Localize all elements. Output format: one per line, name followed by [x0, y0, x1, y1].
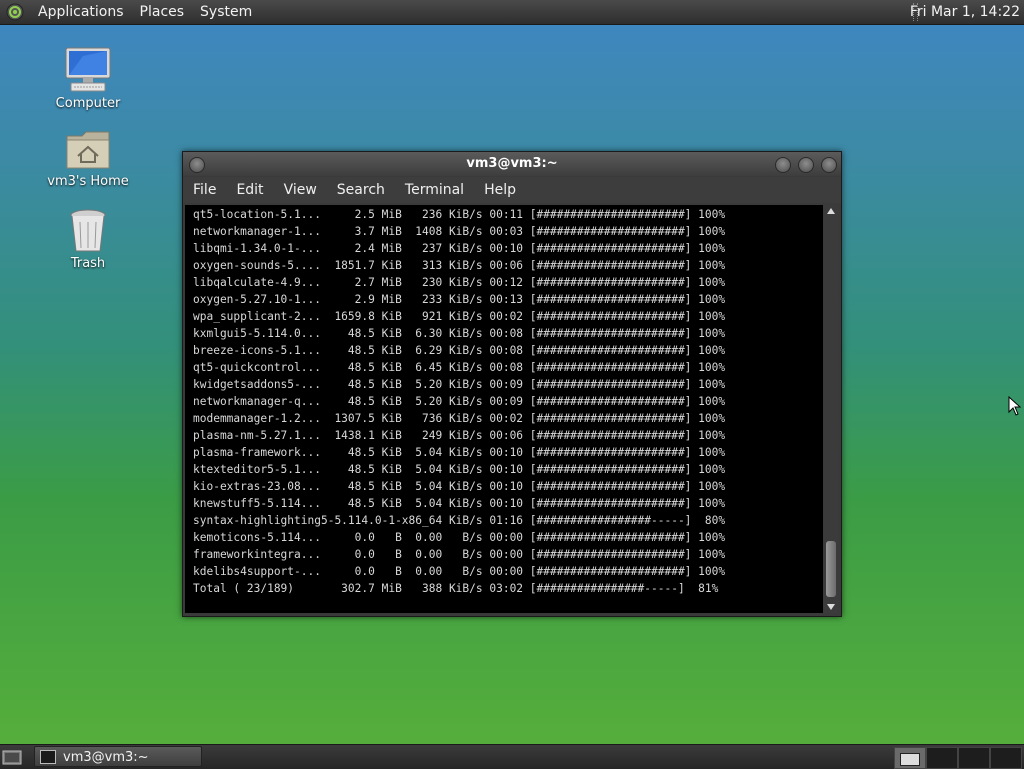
terminal-line: wpa_supplicant-2... 1659.8 KiB 921 KiB/s…: [193, 310, 726, 323]
menu-terminal[interactable]: Terminal: [395, 177, 474, 203]
desktop-icon-label: vm3's Home: [47, 174, 129, 189]
applications-menu[interactable]: Applications: [30, 0, 132, 24]
minimize-icon[interactable]: [775, 157, 791, 173]
window-menu-icon[interactable]: [189, 157, 205, 173]
desktop-icon-home[interactable]: vm3's Home: [38, 128, 138, 189]
terminal-line: networkmanager-q... 48.5 KiB 5.20 KiB/s …: [193, 395, 726, 408]
menu-search[interactable]: Search: [327, 177, 395, 203]
workspace-3[interactable]: [958, 747, 990, 769]
terminal-line: knewstuff5-5.114... 48.5 KiB 5.04 KiB/s …: [193, 497, 726, 510]
workspace-window-thumbnail: [900, 753, 920, 766]
terminal-line: qt5-quickcontrol... 48.5 KiB 6.45 KiB/s …: [193, 361, 726, 374]
system-menu[interactable]: System: [192, 0, 260, 24]
terminal-line: libqmi-1.34.0-1-... 2.4 MiB 237 KiB/s 00…: [193, 242, 726, 255]
terminal-menubar: File Edit View Search Terminal Help: [183, 177, 841, 203]
desktop-icon-computer[interactable]: Computer: [38, 46, 138, 111]
desktop-icon-trash[interactable]: Trash: [38, 208, 138, 271]
clock[interactable]: Fri Mar 1, 14:22: [910, 0, 1020, 24]
desktop-icon-label: Computer: [55, 96, 121, 111]
terminal-line: plasma-nm-5.27.1... 1438.1 KiB 249 KiB/s…: [193, 429, 726, 442]
terminal-icon: [40, 750, 56, 764]
terminal-output[interactable]: qt5-location-5.1... 2.5 MiB 236 KiB/s 00…: [185, 205, 823, 613]
scrollbar-thumb[interactable]: [826, 541, 836, 597]
terminal-line: kwidgetsaddons5-... 48.5 KiB 5.20 KiB/s …: [193, 378, 726, 391]
terminal-line: kdelibs4support-... 0.0 B 0.00 B/s 00:00…: [193, 565, 726, 578]
terminal-line: libqalculate-4.9... 2.7 MiB 230 KiB/s 00…: [193, 276, 726, 289]
computer-icon: [65, 47, 111, 92]
taskbar-item-terminal[interactable]: vm3@vm3:~: [34, 746, 202, 767]
workspace-1[interactable]: [894, 747, 926, 769]
close-icon[interactable]: [821, 157, 837, 173]
bottom-panel: vm3@vm3:~: [0, 744, 1024, 769]
terminal-line: oxygen-5.27.10-1... 2.9 MiB 233 KiB/s 00…: [193, 293, 726, 306]
scrollbar[interactable]: [824, 205, 838, 613]
terminal-line: modemmanager-1.2... 1307.5 KiB 736 KiB/s…: [193, 412, 726, 425]
terminal-line: kxmlgui5-5.114.0... 48.5 KiB 6.30 KiB/s …: [193, 327, 726, 340]
desktop-icon-label: Trash: [70, 256, 106, 271]
terminal-text: qt5-location-5.1... 2.5 MiB 236 KiB/s 00…: [193, 206, 725, 597]
gnome-foot-icon[interactable]: [6, 3, 24, 21]
mouse-cursor-icon: [1008, 396, 1022, 416]
scroll-up-icon[interactable]: [827, 208, 835, 214]
menu-edit[interactable]: Edit: [226, 177, 273, 203]
terminal-line: kio-extras-23.08... 48.5 KiB 5.04 KiB/s …: [193, 480, 726, 493]
terminal-line: frameworkintegra... 0.0 B 0.00 B/s 00:00…: [193, 548, 726, 561]
show-desktop-icon[interactable]: [2, 748, 22, 766]
menu-view[interactable]: View: [274, 177, 327, 203]
maximize-icon[interactable]: [798, 157, 814, 173]
top-panel: Applications Places System Fri Mar 1, 14…: [0, 0, 1024, 25]
window-title: vm3@vm3:~: [466, 156, 558, 171]
terminal-line: plasma-framework... 48.5 KiB 5.04 KiB/s …: [193, 446, 726, 459]
terminal-line: qt5-location-5.1... 2.5 MiB 236 KiB/s 00…: [193, 208, 726, 221]
menu-help[interactable]: Help: [474, 177, 526, 203]
workspace-4[interactable]: [990, 747, 1022, 769]
menu-file[interactable]: File: [183, 177, 226, 203]
terminal-window[interactable]: vm3@vm3:~ File Edit View Search Terminal…: [182, 151, 842, 617]
terminal-line: networkmanager-1... 3.7 MiB 1408 KiB/s 0…: [193, 225, 726, 238]
trash-icon: [70, 209, 106, 252]
taskbar-item-label: vm3@vm3:~: [63, 750, 149, 765]
workspace-2[interactable]: [926, 747, 958, 769]
terminal-line: breeze-icons-5.1... 48.5 KiB 6.29 KiB/s …: [193, 344, 726, 357]
scroll-down-icon[interactable]: [827, 604, 835, 610]
terminal-line: ktexteditor5-5.1... 48.5 KiB 5.04 KiB/s …: [193, 463, 726, 476]
window-titlebar[interactable]: vm3@vm3:~: [183, 152, 841, 176]
terminal-line: syntax-highlighting5-5.114.0-1-x86_64 Ki…: [193, 514, 726, 527]
terminal-line: Total ( 23/189) 302.7 MiB 388 KiB/s 03:0…: [193, 582, 719, 595]
home-folder-icon: [66, 131, 110, 169]
places-menu[interactable]: Places: [132, 0, 193, 24]
terminal-line: kemoticons-5.114... 0.0 B 0.00 B/s 00:00…: [193, 531, 726, 544]
terminal-line: oxygen-sounds-5.... 1851.7 KiB 313 KiB/s…: [193, 259, 726, 272]
